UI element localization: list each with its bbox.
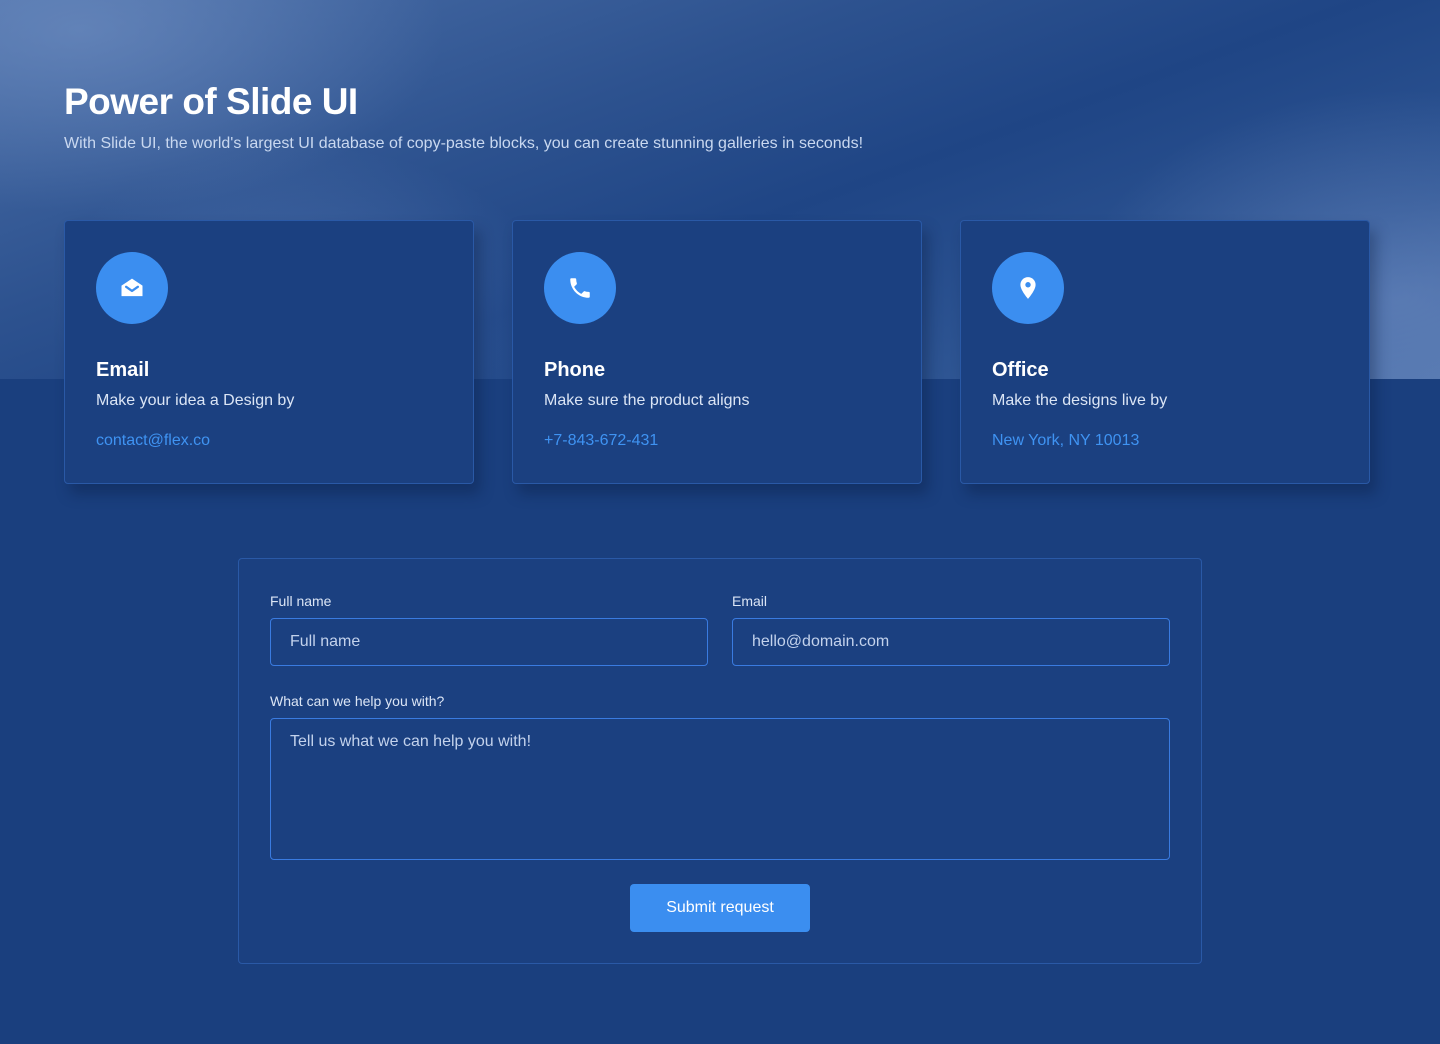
phone-icon [544,252,616,324]
message-textarea[interactable] [270,718,1170,860]
phone-link[interactable]: +7-843-672-431 [544,431,658,451]
card-title: Phone [544,359,606,381]
envelope-open-icon [96,252,168,324]
email-label: Email [732,593,768,609]
hero-section: Power of Slide UI With Slide UI, the wor… [64,80,1064,154]
submit-request-button[interactable]: Submit request [630,884,810,932]
contact-card-phone: Phone Make sure the product aligns +7-84… [512,220,922,484]
card-title: Office [992,359,1049,381]
contact-form: Full name Email What can we help you wit… [238,558,1202,964]
email-input[interactable] [732,618,1170,666]
card-description: Make sure the product aligns [544,392,750,409]
full-name-input[interactable] [270,618,708,666]
page-title: Power of Slide UI [64,81,358,122]
page-subtitle: With Slide UI, the world's largest UI da… [64,135,864,152]
full-name-label: Full name [270,593,332,609]
contact-card-office: Office Make the designs live by New York… [960,220,1370,484]
card-description: Make your idea a Design by [96,392,295,409]
email-link[interactable]: contact@flex.co [96,431,210,451]
message-label: What can we help you with? [270,693,445,709]
card-title: Email [96,359,150,381]
address-link[interactable]: New York, NY 10013 [992,431,1139,451]
map-pin-icon [992,252,1064,324]
card-description: Make the designs live by [992,392,1168,409]
contact-card-email: Email Make your idea a Design by contact… [64,220,474,484]
